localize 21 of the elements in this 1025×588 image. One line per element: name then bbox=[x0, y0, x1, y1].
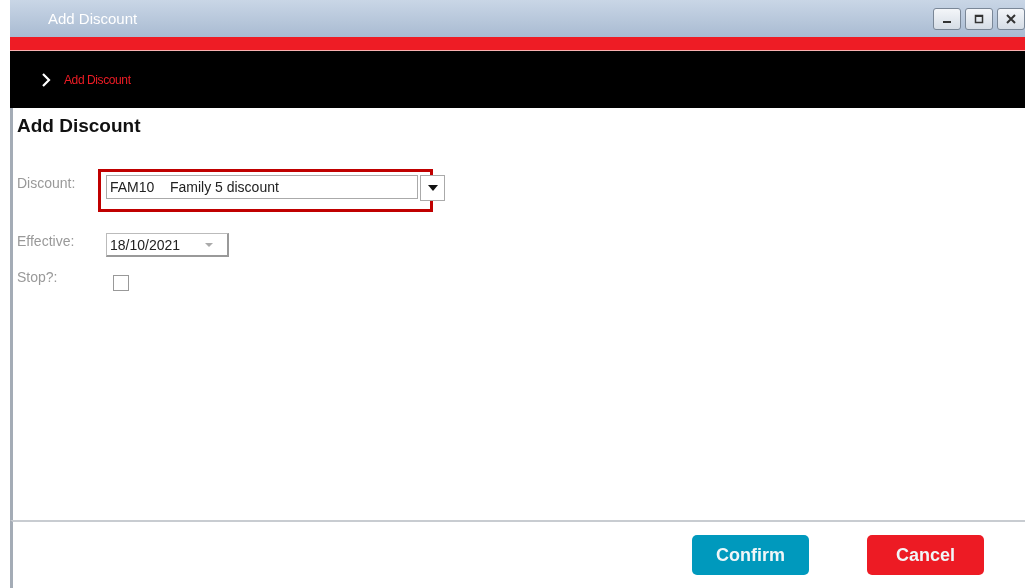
field-label: Stop?: bbox=[17, 269, 59, 285]
minimize-button[interactable] bbox=[933, 7, 961, 30]
field-label: Discount: bbox=[17, 175, 77, 191]
page-heading: Add Discount bbox=[17, 115, 142, 137]
field-label: Effective: bbox=[17, 233, 76, 249]
breadcrumb-link[interactable]: Add Discount bbox=[64, 72, 131, 87]
chevron-icon bbox=[41, 72, 51, 87]
dropdown-button[interactable] bbox=[420, 175, 445, 201]
minimize-icon bbox=[943, 21, 951, 23]
close-button[interactable] bbox=[997, 7, 1025, 30]
confirm-button[interactable]: Confirm bbox=[692, 535, 809, 575]
caret-icon bbox=[205, 242, 213, 247]
maximize-icon bbox=[974, 13, 984, 24]
discount-dropdown[interactable]: FAM10 Family 5 discount bbox=[106, 175, 418, 199]
maximize-button[interactable] bbox=[965, 7, 993, 30]
close-icon bbox=[1006, 13, 1016, 24]
window-title: Add Discount bbox=[48, 10, 138, 27]
cancel-button[interactable]: Cancel bbox=[867, 535, 984, 575]
date-field[interactable]: 18/10/2021 bbox=[106, 233, 229, 257]
checkbox[interactable] bbox=[113, 275, 129, 291]
caret-icon bbox=[427, 185, 438, 191]
